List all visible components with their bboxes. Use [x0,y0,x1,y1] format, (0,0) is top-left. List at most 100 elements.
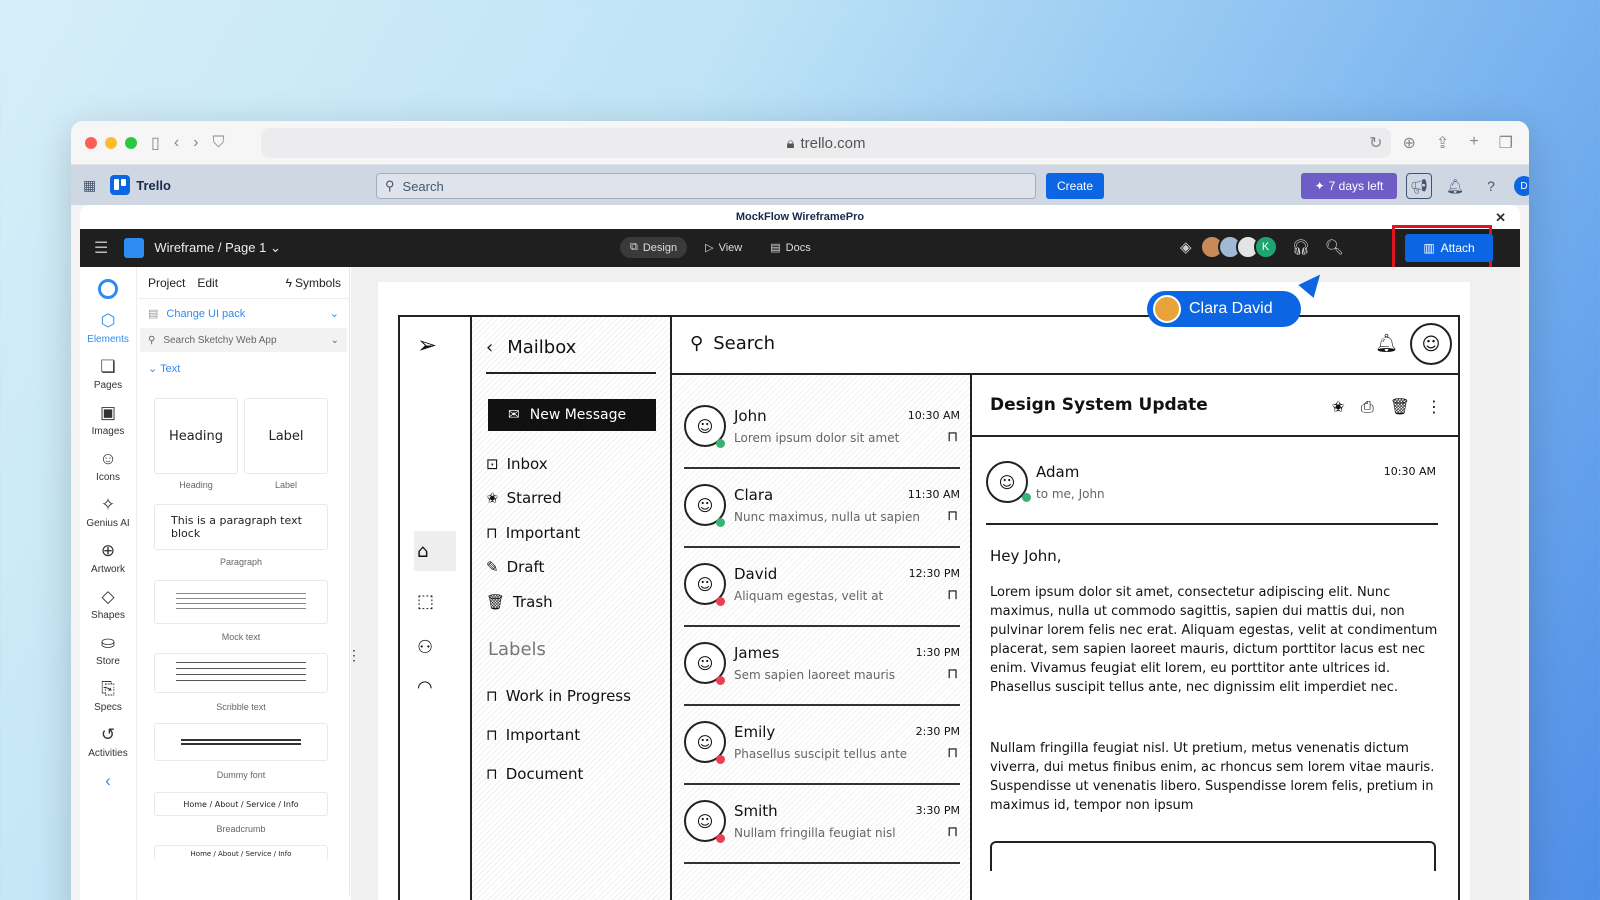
close-window-button[interactable] [85,136,97,149]
status-dot [716,597,725,606]
address-bar[interactable]: 🔒︎ trello.com [261,128,1391,158]
tab-edit[interactable]: Edit [197,276,218,290]
create-button[interactable]: Create [1046,173,1104,199]
design-canvas[interactable]: ⋮ ➢ ⌂ ⬚ ⚇ ◠ ‹ Mailbox ✉ New Message ⊡ In… [347,267,1520,900]
user-avatar[interactable]: D [1514,176,1529,196]
heading-element[interactable]: Heading [154,398,238,474]
shield-icon[interactable]: ⛉ [212,134,224,152]
rail-item-pages[interactable]: ❏ Pages [80,357,136,391]
mock-text-element[interactable] [154,580,328,624]
minimize-window-button[interactable] [105,136,117,149]
wf-reply-box [990,841,1436,871]
scribble-text-element[interactable] [154,653,328,693]
scribble-text-sample [176,662,306,684]
rail-item-images[interactable]: ▣ Images [80,403,136,437]
wireframe-page: ➢ ⌂ ⬚ ⚇ ◠ ‹ Mailbox ✉ New Message ⊡ Inbox ✬… [378,282,1470,900]
mail-sender: Smith [734,802,778,820]
rail-item-genius-ai[interactable]: ✧ Genius AI [80,495,136,529]
tab-symbols[interactable]: ϟ Symbols [286,276,341,290]
breadcrumb-icon-element[interactable]: Home / About / Service / Info [154,845,328,861]
mail-time: 1:30 PM [915,646,960,659]
rail-item-elements[interactable]: ⬡ Elements [80,311,136,345]
tab-overview-icon[interactable]: ❐ [1499,133,1513,153]
trello-search-input[interactable]: ⚲ Search [376,173,1036,199]
trello-header-icons: 📢︎ 🔔︎ ? D [1406,173,1529,199]
mail-snippet: Nunc maximus, nulla ut sapien [734,510,920,524]
change-ui-pack-label: Change UI pack [166,307,246,320]
play-icon: ▷ [705,242,714,254]
mail-time: 10:30 AM [907,409,960,422]
app-switcher-icon[interactable]: ▦ [83,177,96,194]
reload-icon[interactable]: ↻ [1369,133,1382,153]
wf-menu-important: ⊓ Important [486,524,580,542]
bookmark-icon: ⊓ [486,765,498,783]
mail-snippet: Lorem ipsum dolor sit amet [734,431,900,445]
share-icon[interactable]: ⇪ [1436,133,1449,153]
list-item: ☺ Emily 2:30 PM Phasellus suscipit tellus a… [684,707,960,785]
more-icon: ⋮ [1426,397,1442,416]
close-icon[interactable]: ✕ [1495,210,1506,226]
attach-button[interactable]: ▥ Attach [1405,234,1493,262]
modal-title: MockFlow WireframePro [735,211,865,223]
rail-item-specs[interactable]: ⎘ Specs [80,679,136,713]
label-label: Document [505,765,584,783]
tab-view[interactable]: ▷ View [695,237,752,258]
rail-item-activities[interactable]: ↺ Activities [80,725,136,759]
dummy-font-element[interactable] [154,723,328,761]
wf-mail-from: Adam [1036,463,1080,481]
label-element[interactable]: Label [244,398,328,474]
new-tab-icon[interactable]: + [1469,133,1478,153]
avatar [1153,295,1181,323]
trello-logo[interactable]: Trello [110,175,171,195]
help-icon[interactable]: ? [1478,173,1504,199]
lock-icon: 🔒︎ [786,134,795,152]
menu-label: Trash [513,593,553,611]
collapse-rail-button[interactable]: ‹ [80,771,136,791]
menu-icon[interactable]: ☰ [94,238,108,258]
download-icon[interactable]: ⊕ [1403,133,1416,153]
divider [486,372,656,374]
wf-labels-heading: Labels [488,639,546,660]
rail-item-shapes[interactable]: ◇ Shapes [80,587,136,621]
megaphone-icon[interactable]: 📢︎ [1406,173,1432,199]
wf-menu-starred: ✬ Starred [486,489,562,507]
page-breadcrumb[interactable]: Wireframe / Page 1 ⌄ [154,240,281,256]
collaborator-avatars[interactable]: K [1199,235,1278,259]
trello-header: ▦ Trello ⚲ Search Create ✦ 7 days left 📢… [71,165,1529,205]
rail-item-artwork[interactable]: ⊕ Artwork [80,541,136,575]
mailbox-wireframe[interactable]: ➢ ⌂ ⬚ ⚇ ◠ ‹ Mailbox ✉ New Message ⊡ Inbox ✬… [398,315,1460,900]
rail-item-store[interactable]: ⛀ Store [80,633,136,667]
headphones-icon[interactable]: 🎧︎ [1292,238,1311,256]
trash-icon: 🗑︎ [1389,397,1410,416]
back-icon[interactable]: ‹ [174,134,179,152]
tab-docs[interactable]: ▤ Docs [760,237,820,258]
trial-button[interactable]: ✦ 7 days left [1301,173,1397,199]
notifications-icon[interactable]: 🔔︎ [1442,173,1468,199]
bottom-toolbar: ☺ ▬ ▢ ✥ TI ◉ [138,895,350,900]
elements-search-input[interactable]: ⚲ Search Sketchy Web App ⌄ [140,328,347,352]
maximize-window-button[interactable] [125,136,137,149]
breadcrumb-element[interactable]: Home / About / Service / Info [154,792,328,816]
paragraph-element[interactable]: This is a paragraph text block [154,504,328,550]
online-status-dot [1022,493,1031,502]
filter-icon[interactable]: ⌄ [331,335,339,346]
change-ui-pack[interactable]: ▤ Change UI pack ⌄ [138,299,349,328]
mail-snippet: Nullam fringilla feugiat nisl [734,826,896,840]
wf-new-message-label: New Message [529,407,627,423]
wf-mail-subject: Design System Update [990,395,1208,415]
forward-icon[interactable]: › [193,134,198,152]
layers-icon[interactable]: ◈ [1180,238,1192,256]
elements-search-placeholder: Search Sketchy Web App [163,334,277,346]
divider [684,704,960,706]
paragraph-sample: This is a paragraph text block [171,514,302,540]
collaborator-name: Clara David [1189,300,1273,317]
rail-item-icons[interactable]: ☺ Icons [80,449,136,483]
tab-project[interactable]: Project [148,276,185,290]
text-section-toggle[interactable]: ⌄ Text [138,352,349,381]
tab-design[interactable]: ⧉ Design [620,237,688,258]
label-label: Important [505,726,581,744]
pack-icon: ▤ [148,308,159,320]
comment-search-icon[interactable]: 🔍︎ [1325,238,1344,256]
panel-resize-handle[interactable]: ⋮ [347,647,361,664]
sidebar-toggle-icon[interactable]: ▯ [151,133,160,153]
